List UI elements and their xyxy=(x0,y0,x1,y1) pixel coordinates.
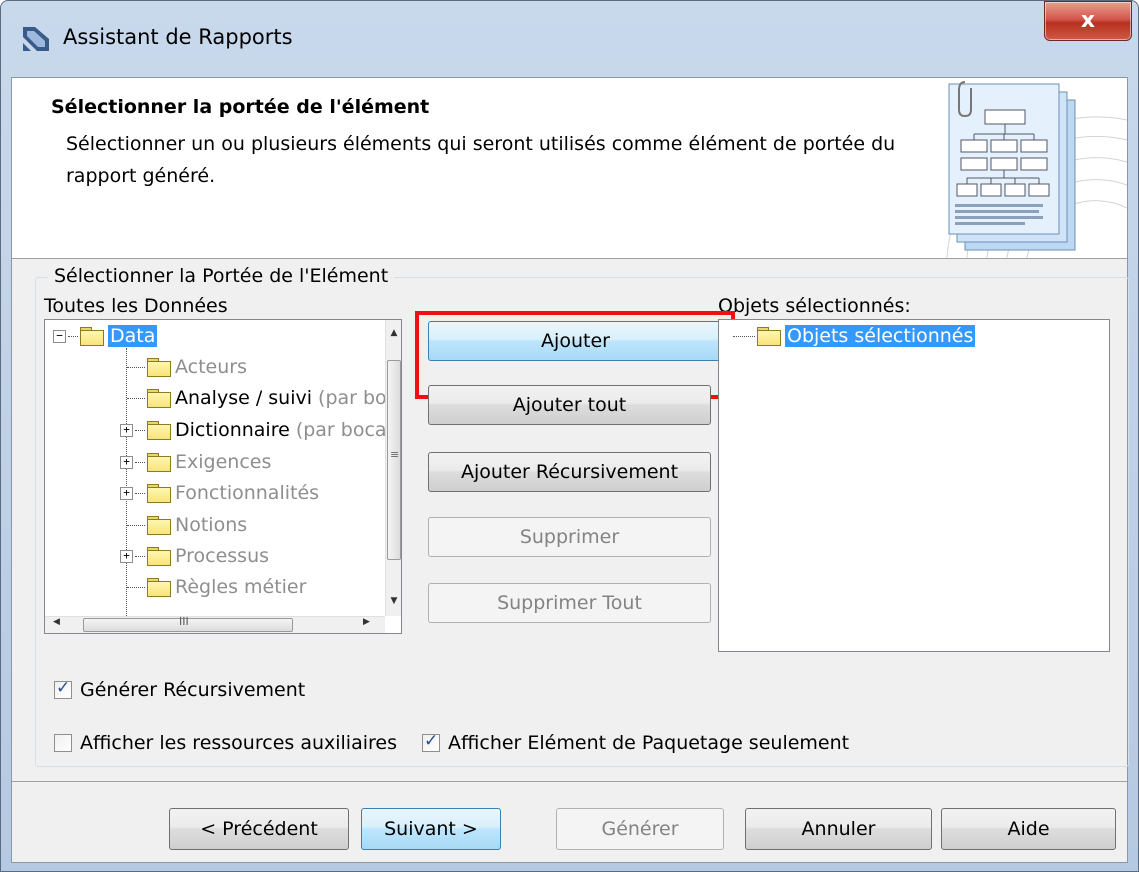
tree-item-exigences[interactable]: + Exigences xyxy=(120,446,271,478)
wizard-header: Sélectionner la portée de l'élément Séle… xyxy=(12,78,1127,259)
add-recursive-button[interactable]: Ajouter Récursivement xyxy=(428,452,711,492)
expand-icon[interactable]: + xyxy=(120,549,133,563)
tree-connector xyxy=(135,429,145,431)
tree-horizontal-scrollbar[interactable]: ◀ III ▶ xyxy=(45,615,385,633)
tree-root-label: Data xyxy=(108,325,158,347)
report-document-icon xyxy=(946,81,1127,258)
tree-item-label: Fonctionnalités xyxy=(175,482,320,504)
dialog-client: Sélectionner la portée de l'élément Séle… xyxy=(11,77,1129,863)
expand-icon[interactable]: + xyxy=(120,486,133,500)
all-data-tree[interactable]: − Data Acteurs Analyse / suivi (par boc xyxy=(44,319,402,634)
next-button[interactable]: Suivant > xyxy=(361,808,501,850)
tree-item-label: Exigences xyxy=(175,451,272,473)
checkbox-checked-icon[interactable] xyxy=(54,678,72,699)
page-description: Sélectionner un ou plusieurs éléments qu… xyxy=(66,133,896,187)
help-button[interactable]: Aide xyxy=(941,808,1116,850)
checkbox-unchecked-icon[interactable] xyxy=(54,734,72,752)
tree-vertical-scrollbar[interactable]: ▲ ≡ ▼ xyxy=(385,320,401,616)
selected-tree-root-label: Objets sélectionnés xyxy=(785,325,976,347)
tree-item-label: Règles métier xyxy=(175,576,307,598)
tree-item-acteurs[interactable]: Acteurs xyxy=(127,351,247,383)
expand-icon[interactable]: + xyxy=(120,423,133,437)
folder-icon xyxy=(147,421,171,440)
tree-root-row[interactable]: − Data xyxy=(53,320,158,352)
tree-connector xyxy=(135,461,145,463)
folder-icon xyxy=(147,578,171,597)
tree-item-label: Notions xyxy=(175,514,248,536)
generate-recursive-checkbox[interactable]: Générer Récursivement xyxy=(54,678,306,701)
wizard-footer: < Précédent Suivant > Générer Annuler Ai… xyxy=(12,781,1127,862)
report-wizard-icon xyxy=(23,27,49,51)
page-title: Sélectionner la portée de l'élément xyxy=(51,96,430,118)
checkbox-checked-icon[interactable] xyxy=(422,731,440,752)
folder-icon xyxy=(147,358,171,377)
collapse-icon[interactable]: − xyxy=(53,329,66,343)
selected-objects-tree[interactable]: Objets sélectionnés xyxy=(718,319,1110,652)
all-data-label: Toutes les Données xyxy=(44,295,228,317)
add-button[interactable]: Ajouter xyxy=(428,321,723,361)
folder-open-icon xyxy=(80,327,104,346)
tree-connector xyxy=(135,555,145,557)
title-bar[interactable]: Assistant de Rapports x xyxy=(1,1,1138,77)
tree-item-fonctionnalites[interactable]: + Fonctionnalités xyxy=(120,477,319,509)
selected-tree-root-row[interactable]: Objets sélectionnés xyxy=(733,320,976,352)
remove-all-button[interactable]: Supprimer Tout xyxy=(428,583,711,623)
tree-item-processus[interactable]: + Processus xyxy=(120,540,269,572)
tree-item-analyse[interactable]: Analyse / suivi (par boc xyxy=(127,382,397,414)
tree-item-dictionnaire[interactable]: + Dictionnaire (par bocar xyxy=(120,414,394,446)
tree-item-label: Dictionnaire xyxy=(175,419,290,441)
folder-icon xyxy=(147,484,171,503)
generate-button[interactable]: Générer xyxy=(556,808,724,850)
scroll-down-arrow-icon[interactable]: ▼ xyxy=(386,596,401,606)
previous-button[interactable]: < Précédent xyxy=(169,808,349,850)
tree-item-label: Acteurs xyxy=(175,356,248,378)
folder-icon xyxy=(147,516,171,535)
add-all-button[interactable]: Ajouter tout xyxy=(428,385,711,425)
checkbox-label: Générer Récursivement xyxy=(80,679,306,701)
dialog-window: Assistant de Rapports x Sélectionner la … xyxy=(0,0,1139,872)
folder-icon xyxy=(147,453,171,472)
checkbox-label: Afficher les ressources auxiliaires xyxy=(80,732,397,754)
window-title: Assistant de Rapports xyxy=(63,25,293,49)
checkbox-label: Afficher Elément de Paquetage seulement xyxy=(448,732,850,754)
show-package-only-checkbox[interactable]: Afficher Elément de Paquetage seulement xyxy=(422,731,850,754)
show-auxiliary-resources-checkbox[interactable]: Afficher les ressources auxiliaires xyxy=(54,732,397,754)
tree-item-label: Processus xyxy=(175,545,270,567)
scroll-left-arrow-icon[interactable]: ◀ xyxy=(53,617,60,627)
tree-item-suffix: (par bocar xyxy=(295,419,395,441)
tree-connector xyxy=(135,492,145,494)
tree-item-label: Analyse / suivi xyxy=(175,387,313,409)
tree-connector xyxy=(733,335,755,337)
cancel-button[interactable]: Annuler xyxy=(745,808,932,850)
folder-icon xyxy=(757,327,781,346)
tree-item-notions[interactable]: Notions xyxy=(127,509,247,541)
scroll-right-arrow-icon[interactable]: ▶ xyxy=(363,617,370,627)
tree-connector xyxy=(68,335,78,337)
scroll-grip-icon: ≡ xyxy=(390,448,400,461)
close-button[interactable]: x xyxy=(1044,1,1132,41)
remove-button[interactable]: Supprimer xyxy=(428,517,711,557)
selected-objects-label: Objets sélectionnés: xyxy=(718,295,911,317)
folder-icon xyxy=(147,547,171,566)
tree-connector xyxy=(127,524,145,526)
wizard-body: Sélectionner la Portée de l'Elément Tout… xyxy=(12,259,1129,781)
groupbox-legend: Sélectionner la Portée de l'Elément xyxy=(48,265,395,287)
tree-connector xyxy=(127,366,145,368)
folder-icon xyxy=(147,389,171,408)
tree-connector xyxy=(127,397,145,399)
scroll-grip-icon: III xyxy=(179,615,189,628)
tree-item-regles[interactable]: Règles métier xyxy=(127,571,306,603)
expand-icon[interactable]: + xyxy=(120,455,133,469)
scroll-up-arrow-icon[interactable]: ▲ xyxy=(386,328,401,338)
tree-connector xyxy=(127,586,145,588)
